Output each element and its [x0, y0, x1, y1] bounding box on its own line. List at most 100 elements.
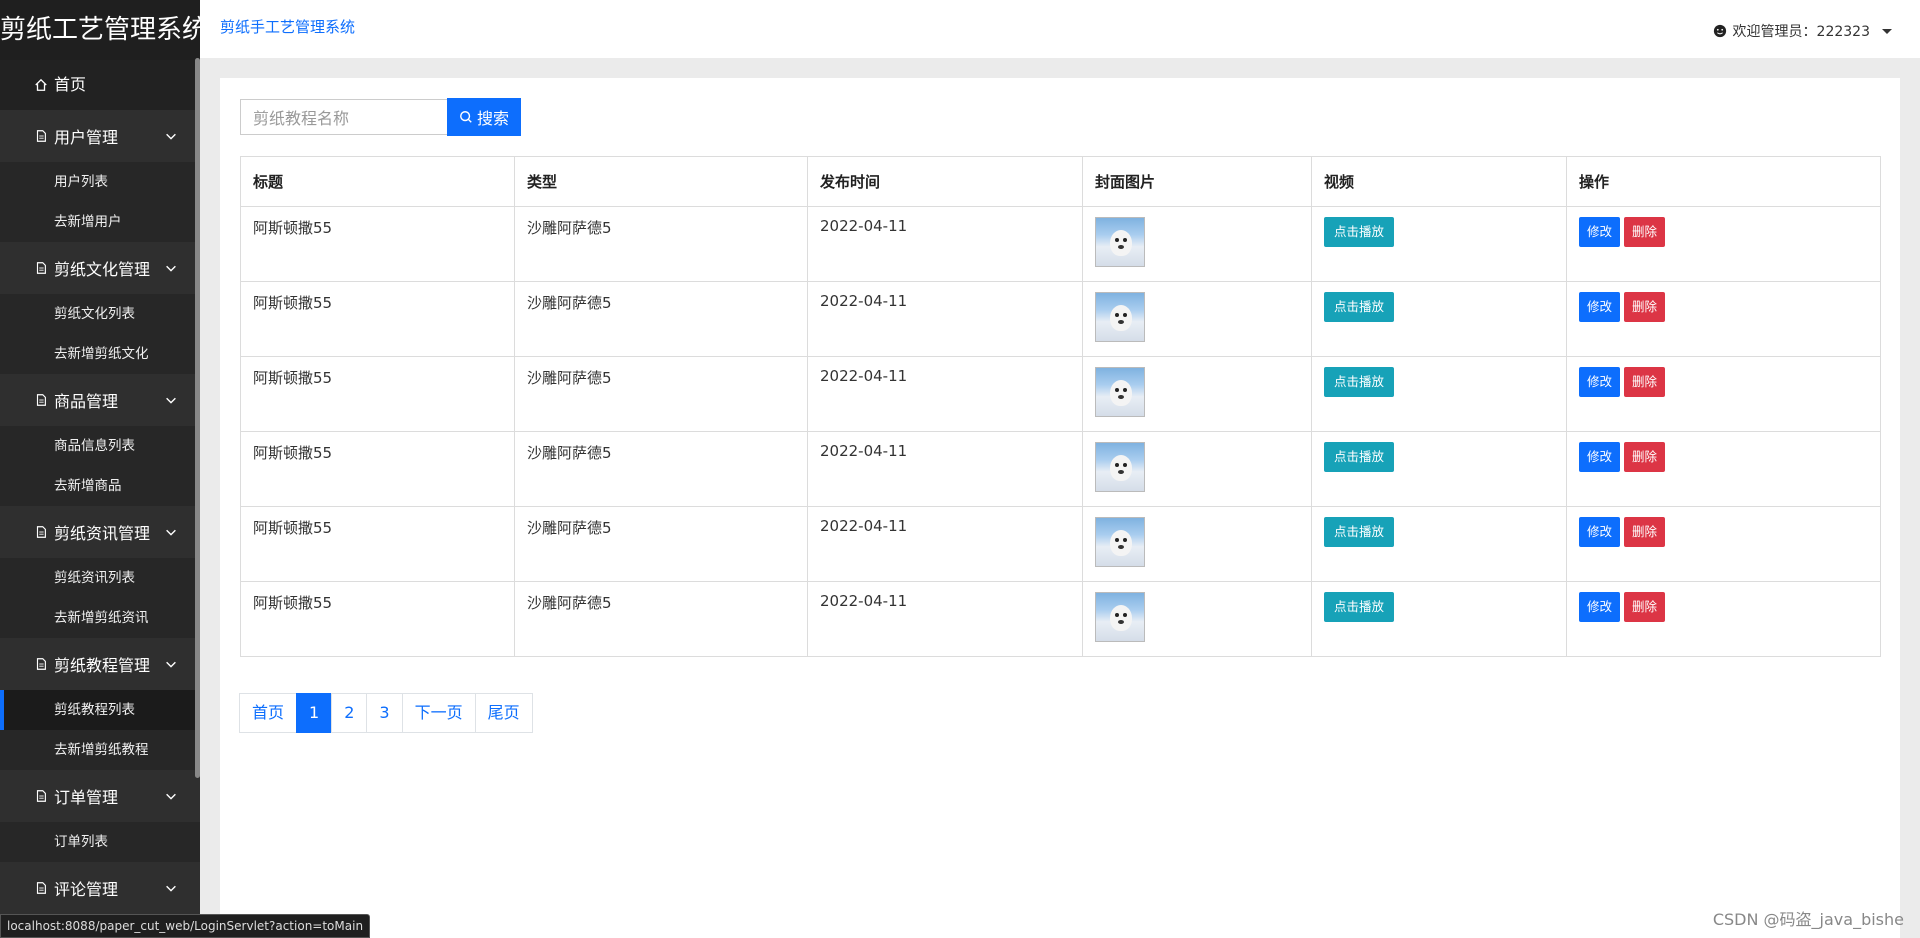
cell-type: 沙雕阿萨德5 — [514, 206, 808, 282]
cell-actions: 修改 删除 — [1566, 581, 1881, 657]
sidebar-group-left: 剪纸资讯管理 — [34, 520, 150, 544]
cell-type: 沙雕阿萨德5 — [514, 506, 808, 582]
cover-thumbnail — [1095, 217, 1145, 267]
cell-video: 点击播放 — [1311, 581, 1567, 657]
sidebar-item[interactable]: 剪纸资讯列表 — [0, 558, 200, 598]
sidebar-group-left: 订单管理 — [34, 784, 118, 808]
sidebar-item-home[interactable]: 首页 — [0, 60, 200, 110]
document-icon — [36, 790, 46, 802]
search-button[interactable]: 搜索 — [447, 98, 521, 136]
sidebar: 剪纸工艺管理系统 首页 用户管理 用户列表 去新增用户 剪纸文化管理 剪纸文化列表 去新增… — [0, 0, 200, 938]
sidebar-item[interactable]: 去新增剪纸教程 — [0, 730, 200, 770]
column-header-video: 视频 — [1311, 156, 1567, 207]
cell-type: 沙雕阿萨德5 — [514, 356, 808, 432]
sidebar-group[interactable]: 剪纸教程管理 — [0, 638, 200, 690]
cell-actions: 修改 删除 — [1566, 431, 1881, 507]
sidebar-group[interactable]: 用户管理 — [0, 110, 200, 162]
cell-type: 沙雕阿萨德5 — [514, 581, 808, 657]
play-video-button[interactable]: 点击播放 — [1324, 367, 1395, 397]
sidebar-group-left: 用户管理 — [34, 124, 118, 148]
cell-type: 沙雕阿萨德5 — [514, 281, 808, 357]
cell-date: 2022-04-11 — [807, 281, 1083, 357]
delete-button[interactable]: 删除 — [1624, 592, 1666, 622]
page-next[interactable]: 下一页 — [401, 693, 476, 733]
cell-actions: 修改 删除 — [1566, 281, 1881, 357]
edit-button[interactable]: 修改 — [1579, 592, 1621, 622]
breadcrumb[interactable]: 剪纸手工艺管理系统 — [220, 16, 355, 37]
sidebar-group-label: 评论管理 — [54, 880, 119, 899]
user-menu[interactable]: 欢迎管理员：222323 — [1713, 21, 1892, 41]
delete-button[interactable]: 删除 — [1624, 517, 1666, 547]
cell-date: 2022-04-11 — [807, 506, 1083, 582]
sidebar-group-label: 剪纸教程管理 — [54, 656, 151, 675]
cell-video: 点击播放 — [1311, 206, 1567, 282]
sidebar-item[interactable]: 去新增用户 — [0, 202, 200, 242]
page-last[interactable]: 尾页 — [474, 693, 533, 733]
cell-actions: 修改 删除 — [1566, 206, 1881, 282]
cell-date: 2022-04-11 — [807, 356, 1083, 432]
play-video-button[interactable]: 点击播放 — [1324, 442, 1395, 472]
cell-date: 2022-04-11 — [807, 581, 1083, 657]
cell-actions: 修改 删除 — [1566, 506, 1881, 582]
delete-button[interactable]: 删除 — [1624, 292, 1666, 322]
edit-button[interactable]: 修改 — [1579, 517, 1621, 547]
sidebar-item[interactable]: 用户列表 — [0, 162, 200, 202]
sidebar-group-label: 用户管理 — [54, 128, 119, 147]
page-2[interactable]: 2 — [331, 693, 368, 733]
sidebar-group-left: 商品管理 — [34, 388, 118, 412]
cell-video: 点击播放 — [1311, 356, 1567, 432]
tutorial-table: 标题 类型 发布时间 封面图片 视频 操作 阿斯顿撒55 沙雕阿萨德5 2022-0… — [240, 156, 1881, 657]
table-header-row: 标题 类型 发布时间 封面图片 视频 操作 — [240, 156, 1881, 207]
column-header-actions: 操作 — [1566, 156, 1881, 207]
search-bar: 剪纸教程名称 搜索 — [240, 98, 521, 136]
page-first[interactable]: 首页 — [239, 693, 298, 733]
sidebar-group-left: 剪纸教程管理 — [34, 652, 150, 676]
cover-thumbnail — [1095, 367, 1145, 417]
cell-type: 沙雕阿萨德5 — [514, 431, 808, 507]
sidebar-group-label: 商品管理 — [54, 392, 119, 411]
cell-date: 2022-04-11 — [807, 206, 1083, 282]
sidebar-group[interactable]: 剪纸文化管理 — [0, 242, 200, 294]
document-icon — [36, 262, 46, 274]
sidebar-group[interactable]: 评论管理 — [0, 862, 200, 914]
delete-button[interactable]: 删除 — [1624, 217, 1666, 247]
play-video-button[interactable]: 点击播放 — [1324, 292, 1395, 322]
watermark: CSDN @码盗_java_bishe — [1712, 910, 1904, 929]
sidebar-item[interactable]: 剪纸教程列表 — [0, 690, 200, 730]
sidebar-item[interactable]: 去新增剪纸文化 — [0, 334, 200, 374]
sidebar-item[interactable]: 订单列表 — [0, 822, 200, 862]
cell-cover — [1082, 581, 1312, 657]
edit-button[interactable]: 修改 — [1579, 442, 1621, 472]
column-header-title: 标题 — [240, 156, 515, 207]
edit-button[interactable]: 修改 — [1579, 292, 1621, 322]
edit-button[interactable]: 修改 — [1579, 217, 1621, 247]
cell-cover — [1082, 431, 1312, 507]
sidebar-scrollbar[interactable] — [195, 58, 200, 778]
search-input[interactable]: 剪纸教程名称 — [240, 99, 447, 135]
cover-thumbnail — [1095, 292, 1145, 342]
sidebar-item[interactable]: 去新增商品 — [0, 466, 200, 506]
document-icon — [36, 526, 46, 538]
play-video-button[interactable]: 点击播放 — [1324, 217, 1395, 247]
page-1[interactable]: 1 — [296, 693, 333, 733]
sidebar-item[interactable]: 剪纸文化列表 — [0, 294, 200, 334]
sidebar-group[interactable]: 商品管理 — [0, 374, 200, 426]
edit-button[interactable]: 修改 — [1579, 367, 1621, 397]
seal-image — [1110, 605, 1132, 631]
sidebar-item[interactable]: 去新增剪纸资讯 — [0, 598, 200, 638]
sidebar-group[interactable]: 订单管理 — [0, 770, 200, 822]
sidebar-item[interactable]: 商品信息列表 — [0, 426, 200, 466]
delete-button[interactable]: 删除 — [1624, 367, 1666, 397]
play-video-button[interactable]: 点击播放 — [1324, 517, 1395, 547]
table-row: 阿斯顿撒55 沙雕阿萨德5 2022-04-11 点击播放 修改 删除 — [240, 206, 1881, 282]
sidebar-group-left: 评论管理 — [34, 876, 118, 900]
cover-thumbnail — [1095, 517, 1145, 567]
sidebar-group[interactable]: 剪纸资讯管理 — [0, 506, 200, 558]
delete-button[interactable]: 删除 — [1624, 442, 1666, 472]
page-3[interactable]: 3 — [366, 693, 403, 733]
play-video-button[interactable]: 点击播放 — [1324, 592, 1395, 622]
chevron-down-icon — [166, 885, 176, 892]
home-icon — [35, 78, 47, 91]
cell-actions: 修改 删除 — [1566, 356, 1881, 432]
seal-image — [1110, 530, 1132, 556]
